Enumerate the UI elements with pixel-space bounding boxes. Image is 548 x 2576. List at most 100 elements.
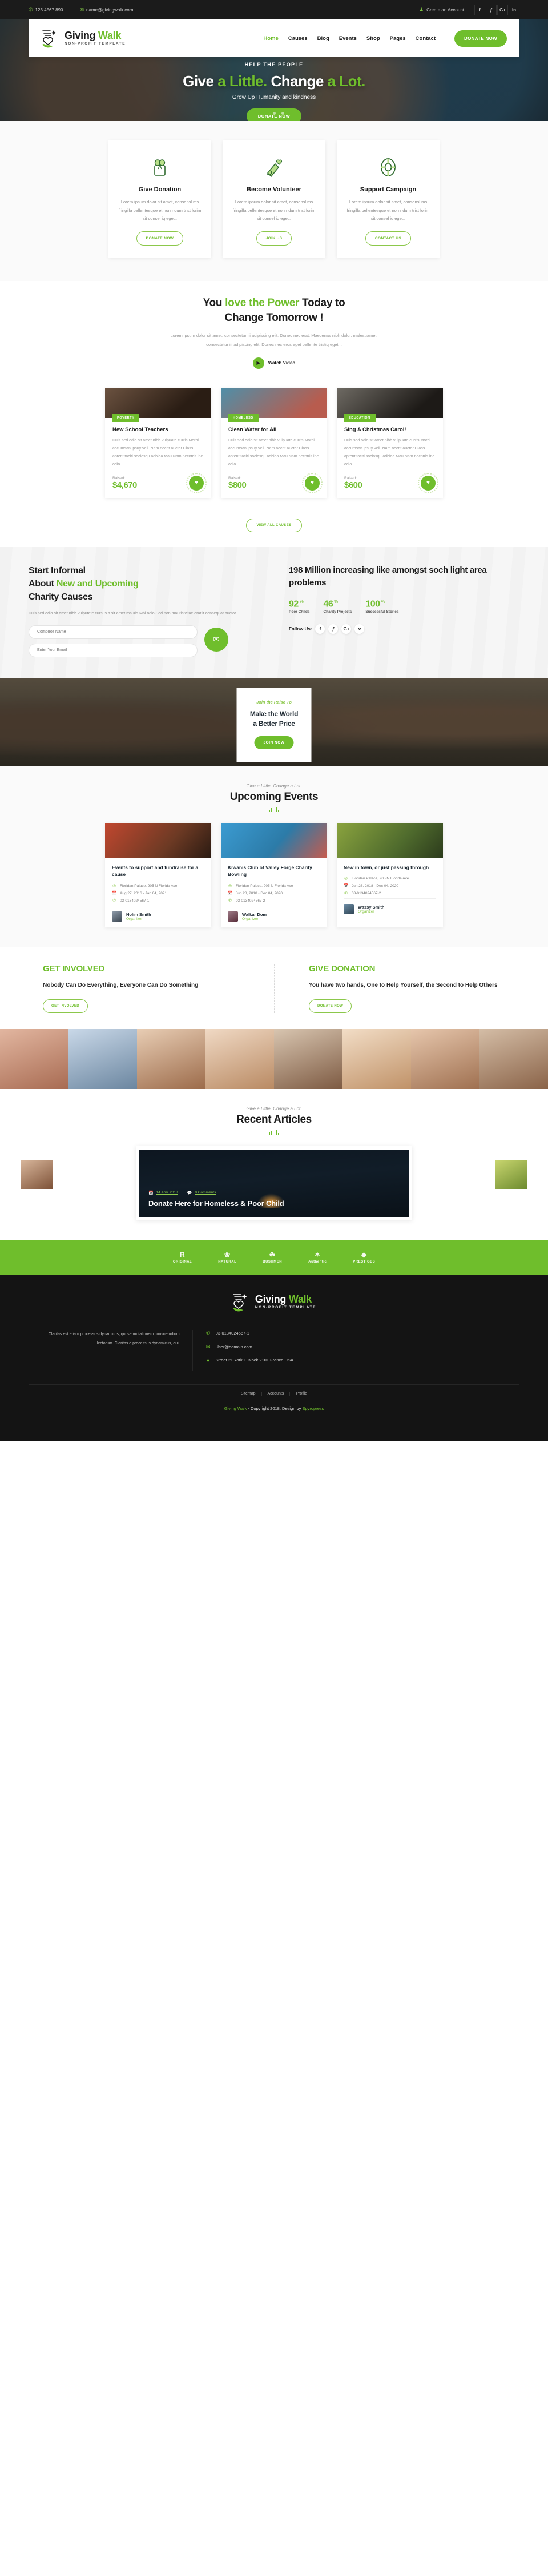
heart-icon[interactable]: ♥ [186, 472, 207, 493]
stat-poor-childs: 92% Poor Childs [289, 599, 309, 614]
get-involved-button[interactable]: GET INVOLVED [43, 999, 88, 1013]
cause-card[interactable]: EDUCATION Sing A Christmas Carol! Duis s… [337, 388, 443, 498]
event-card[interactable]: New in town, or just passing through ◎ Fl… [337, 823, 443, 928]
hero-slider-dots[interactable] [0, 107, 548, 118]
linkedin-icon[interactable]: in [509, 4, 519, 15]
event-image [337, 823, 443, 858]
service-title: Give Donation [138, 186, 182, 193]
cause-card[interactable]: POVERTY New School Teachers Duis sed odi… [105, 388, 211, 498]
site-logo[interactable]: Giving Walk NON-PROFIT TEMPLATE [41, 27, 126, 49]
article-thumb-next[interactable] [495, 1159, 527, 1189]
stat-unit: % [299, 598, 304, 604]
avatar [112, 911, 122, 922]
footer-link-accounts[interactable]: Accounts [262, 1391, 291, 1396]
cause-tag: EDUCATION [344, 413, 376, 422]
footer-email[interactable]: ✉ User@domain.com [206, 1344, 344, 1350]
email-input[interactable] [29, 643, 198, 657]
stat-label: Poor Childs [289, 609, 310, 614]
topbar-phone[interactable]: ✆ 123 4567 890 [29, 7, 71, 13]
hero-title: Give a Little. Change a Lot. [0, 73, 548, 90]
footer-link-sitemap[interactable]: Sitemap [235, 1391, 262, 1396]
heart-icon[interactable]: ♥ [418, 472, 438, 493]
event-date: 📅 Aug 27, 2016 - Jan 04, 2021 [112, 891, 167, 896]
article-meta: 📅 14 April 2018 💬 0 Comments [148, 1191, 284, 1195]
article-thumb-prev[interactable] [21, 1159, 53, 1189]
google-plus-icon[interactable]: G+ [341, 624, 352, 634]
nav-item-home[interactable]: Home [263, 35, 278, 42]
event-card[interactable]: Events to support and fundraise for a ca… [105, 823, 211, 928]
article-date[interactable]: 📅 14 April 2018 [148, 1191, 178, 1195]
slider-dot-2[interactable] [272, 112, 276, 115]
recent-articles-section: Give a Little. Change a Lot. Recent Arti… [0, 1089, 548, 1240]
equalizer-icon [0, 1129, 548, 1135]
event-organizer: Nolim Smith Organizer [112, 906, 204, 922]
gallery-image [68, 1028, 137, 1089]
copyright-author[interactable]: Spyropress [302, 1406, 324, 1411]
brand-logo: R ORIGINAL [173, 1249, 192, 1265]
nav-item-causes[interactable]: Causes [288, 35, 308, 42]
view-all-causes-button[interactable]: VIEW ALL CAUSES [246, 518, 302, 532]
gift-icon [118, 155, 202, 179]
stat-successful-stories: 100% Successful Stories [365, 599, 398, 614]
partner-brands-strip: R ORIGINAL ❀ NATURAL ☘ BUSHMEN ✶ Authent… [0, 1239, 548, 1275]
get-involved-text: Nobody Can Do Everything, Everyone Can D… [43, 982, 199, 989]
heart-icon[interactable]: ♥ [302, 472, 323, 493]
twitter-icon[interactable]: ƒ [486, 4, 497, 15]
give-donation-heading: GIVE DONATION [309, 964, 376, 974]
twitter-icon[interactable]: ƒ [328, 624, 339, 634]
lifebuoy-icon [346, 155, 430, 179]
watch-video-button[interactable]: ▶ Watch Video [0, 357, 548, 369]
create-account-label: Create an Account [426, 7, 464, 13]
facebook-icon[interactable]: f [315, 624, 325, 634]
map-pin-icon: ◎ [344, 877, 348, 881]
organizer-name: Nolim Smith [126, 912, 151, 918]
service-card-give-donation[interactable]: Give Donation Lorem ipsum dolor sit amet… [108, 140, 211, 258]
create-account-link[interactable]: ♟ Create an Account [419, 7, 464, 13]
give-donation-button[interactable]: DONATE NOW [309, 999, 352, 1013]
footer-link-profile[interactable]: Profile [290, 1392, 313, 1396]
event-phone: ✆ 03-0134024567-2 [228, 898, 265, 903]
name-input[interactable] [29, 625, 198, 639]
featured-article-card[interactable]: 📅 14 April 2018 💬 0 Comments Donate Here f… [136, 1146, 412, 1220]
hero-subtitle: Grow Up Humanity and kindness [232, 94, 316, 101]
nav-donate-button[interactable]: DONATE NOW [454, 30, 507, 47]
join-now-button[interactable]: JOIN NOW [254, 736, 294, 750]
service-card-become-volunteer[interactable]: Become Volunteer Lorem ipsum dolor sit a… [223, 140, 325, 258]
nav-item-pages[interactable]: Pages [390, 35, 406, 42]
footer-contact-column: ✆ 03-0134024567-1 ✉ User@domain.com ● Stree… [192, 1329, 356, 1371]
events-header: Give a Little. Change a Lot. Upcoming Ev… [0, 766, 548, 812]
gallery-image [137, 1028, 206, 1089]
service-cta-button[interactable]: CONTACT US [365, 231, 412, 246]
service-card-support-campaign[interactable]: Support Campaign Lorem ipsum dolor sit a… [337, 140, 440, 258]
service-cta-button[interactable]: DONATE NOW [136, 231, 184, 246]
nav-item-shop[interactable]: Shop [366, 35, 380, 42]
event-card[interactable]: Kiwanis Club of Valley Forge Charity Bow… [221, 823, 327, 928]
calendar-icon: 📅 [112, 891, 117, 896]
article-comments[interactable]: 💬 0 Comments [187, 1191, 216, 1195]
articles-title: Recent Articles [236, 1113, 312, 1126]
brand-label: BUSHMEN [263, 1260, 283, 1264]
slider-dot-1[interactable] [264, 112, 267, 115]
slider-dot-3[interactable] [281, 112, 284, 115]
nav-item-events[interactable]: Events [339, 35, 357, 42]
subscribe-submit-button[interactable]: ✉ [204, 627, 228, 652]
footer-links: Sitemap Accounts Profile [29, 1384, 519, 1400]
cause-card[interactable]: HOMELESS Clean Water for All Duis sed od… [221, 388, 327, 498]
facebook-icon[interactable]: f [474, 4, 485, 15]
map-pin-icon: ● [206, 1357, 210, 1363]
footer-phone[interactable]: ✆ 03-0134024567-1 [206, 1330, 344, 1336]
event-organizer: Wassy Smith Organizer [344, 898, 436, 915]
vimeo-icon[interactable]: v [354, 624, 365, 634]
google-plus-icon[interactable]: G+ [497, 4, 508, 15]
topbar-email-text: name@givingwalk.com [86, 7, 134, 13]
gallery-image [0, 1028, 68, 1089]
copyright-text: - Copyright 2018. Design by [248, 1405, 301, 1411]
get-involved-section: GET INVOLVED Nobody Can Do Everything, E… [0, 947, 548, 1029]
nav-item-contact[interactable]: Contact [416, 35, 436, 42]
nav-item-blog[interactable]: Blog [317, 35, 329, 42]
cause-raised-label: Raised: [344, 476, 357, 481]
footer-logo[interactable]: Giving Walk NON-PROFIT TEMPLATE [0, 1291, 548, 1313]
topbar-email[interactable]: ✉ name@givingwalk.com [71, 7, 141, 13]
get-involved-block: GET INVOLVED Nobody Can Do Everything, E… [0, 964, 274, 1013]
service-cta-button[interactable]: JOIN US [256, 231, 292, 246]
